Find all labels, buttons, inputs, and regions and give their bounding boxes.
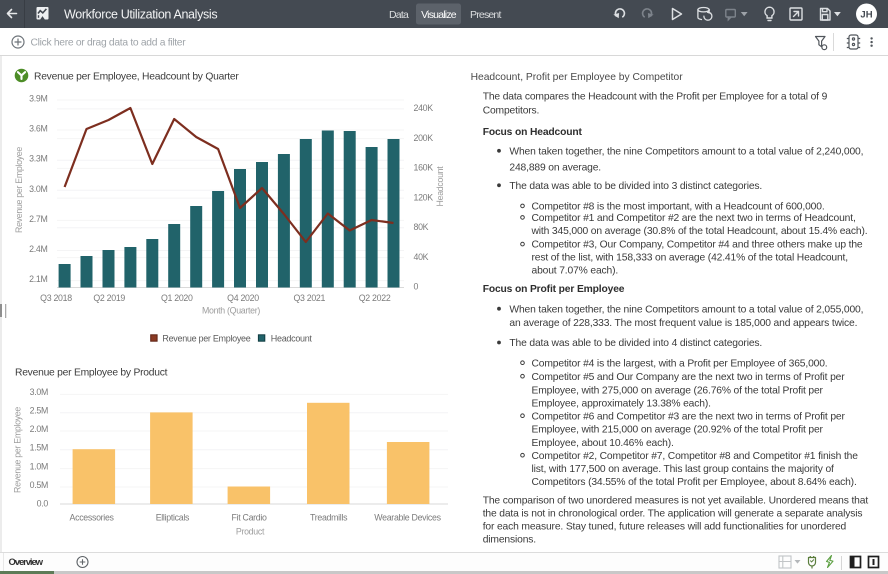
svg-text:Headcount: Headcount <box>271 333 313 343</box>
svg-text:Q3 2021: Q3 2021 <box>293 293 325 303</box>
svg-text:2.1M: 2.1M <box>29 274 47 284</box>
svg-text:Competitors.: Competitors. <box>483 106 540 117</box>
svg-text:for each measure. Stay tuned,: for each measure. Stay tuned, future rel… <box>483 522 847 533</box>
svg-text:When taken together, the nine: When taken together, the nine Competitor… <box>509 146 863 157</box>
svg-text:1.0M: 1.0M <box>30 461 48 471</box>
svg-text:Q3 2018: Q3 2018 <box>40 293 72 303</box>
svg-text:about 7.07% each).: about 7.07% each). <box>532 265 619 276</box>
svg-text:3.3M: 3.3M <box>29 154 47 164</box>
svg-text:240K: 240K <box>414 103 434 113</box>
svg-text:Wearable Devices: Wearable Devices <box>374 513 441 523</box>
svg-text:Present: Present <box>470 9 501 21</box>
svg-text:Workforce Utilization Analysis: Workforce Utilization Analysis <box>64 8 217 22</box>
svg-text:Competitor #4 is the largest,: Competitor #4 is the largest, with a Pro… <box>532 358 828 369</box>
svg-text:Focus on Profit per Employee: Focus on Profit per Employee <box>483 284 625 295</box>
svg-text:Employee, about 10.46% each).: Employee, about 10.46% each). <box>532 438 674 449</box>
svg-text:list, with 177,500 on average.: list, with 177,500 on average. This last… <box>532 464 835 475</box>
svg-text:Competitor #1 and Competitor #: Competitor #1 and Competitor #2 are the … <box>532 213 856 224</box>
svg-text:248,889 on average.: 248,889 on average. <box>509 163 601 174</box>
svg-text:Revenue per Employee: Revenue per Employee <box>14 147 24 233</box>
svg-text:2.5M: 2.5M <box>30 406 48 416</box>
svg-text:Q2 2019: Q2 2019 <box>93 293 125 303</box>
svg-text:Ellipticals: Ellipticals <box>156 513 190 523</box>
svg-text:2.4M: 2.4M <box>29 244 47 254</box>
svg-text:with 345,000 on average (30.8%: with 345,000 on average (30.8% of the to… <box>531 226 868 237</box>
svg-text:Q4 2020: Q4 2020 <box>227 293 259 303</box>
svg-text:Q1 2020: Q1 2020 <box>161 293 193 303</box>
svg-text:The data was able to be divide: The data was able to be divided into 4 d… <box>509 338 762 349</box>
svg-text:Competitor #2, Competitor #7,: Competitor #2, Competitor #7, Competitor… <box>532 451 859 462</box>
svg-text:Headcount: Headcount <box>435 166 445 207</box>
svg-text:the data is not in chronologic: the data is not in chronological order. … <box>483 509 863 520</box>
svg-text:an average of 228,333. The mos: an average of 228,333. The most frequent… <box>509 318 857 329</box>
svg-text:3.9M: 3.9M <box>29 94 47 104</box>
svg-text:0.0: 0.0 <box>37 498 49 508</box>
svg-text:rest of the list, with 158,333: rest of the list, with 158,333 on averag… <box>532 253 848 264</box>
svg-text:Revenue per Employee, Headcoun: Revenue per Employee, Headcount by Quart… <box>34 72 239 83</box>
svg-text:Competitor #5 and Our Company: Competitor #5 and Our Company are the ne… <box>532 372 846 383</box>
svg-text:The comparison of two unordere: The comparison of two unordered measures… <box>483 496 869 507</box>
svg-text:1.5M: 1.5M <box>30 443 48 453</box>
svg-text:Competitors (34.55% of the tot: Competitors (34.55% of the total Profit … <box>532 477 857 488</box>
svg-text:Q2 2022: Q2 2022 <box>359 293 391 303</box>
svg-text:80K: 80K <box>414 222 429 232</box>
svg-text:Employee, with 275,000 on aver: Employee, with 275,000 on average (26.76… <box>532 385 824 396</box>
svg-text:160K: 160K <box>414 163 434 173</box>
svg-text:Accessories: Accessories <box>70 513 115 523</box>
svg-text:Product: Product <box>236 527 265 537</box>
svg-text:JH: JH <box>860 10 872 21</box>
svg-text:40K: 40K <box>414 252 429 262</box>
svg-text:Overview: Overview <box>9 557 44 568</box>
svg-text:Click here or drag data to add: Click here or drag data to add a filter <box>31 38 187 49</box>
svg-text:0: 0 <box>414 282 419 292</box>
svg-text:Competitor #3, Our Company, Co: Competitor #3, Our Company, Competitor #… <box>532 240 863 251</box>
svg-text:Employee, approximately 13.38%: Employee, approximately 13.38% each). <box>532 398 711 409</box>
svg-text:dimensions.: dimensions. <box>483 535 536 546</box>
svg-text:Headcount, Profit per Employee: Headcount, Profit per Employee by Compet… <box>471 72 684 83</box>
svg-text:Data: Data <box>389 9 409 21</box>
svg-text:The data compares the Headcoun: The data compares the Headcount with the… <box>483 92 828 103</box>
svg-text:Revenue per Employee: Revenue per Employee <box>13 407 23 493</box>
svg-text:3.6M: 3.6M <box>29 124 47 134</box>
svg-text:When taken together, the nine: When taken together, the nine Competitor… <box>509 304 863 315</box>
svg-text:120K: 120K <box>414 192 434 202</box>
svg-text:Focus on Headcount: Focus on Headcount <box>483 127 583 138</box>
svg-text:Treadmills: Treadmills <box>310 513 348 523</box>
svg-text:3.0M: 3.0M <box>30 387 48 397</box>
svg-text:Fit Cardio: Fit Cardio <box>232 513 268 523</box>
svg-text:0.5M: 0.5M <box>30 480 48 490</box>
svg-text:Revenue per Employee: Revenue per Employee <box>162 333 250 343</box>
svg-text:Month (Quarter): Month (Quarter) <box>202 306 260 316</box>
svg-text:3.0M: 3.0M <box>29 184 47 194</box>
svg-text:The data was able to be divide: The data was able to be divided into 3 d… <box>509 181 762 192</box>
svg-text:Revenue per Employee by Produc: Revenue per Employee by Product <box>15 368 168 379</box>
svg-text:2.7M: 2.7M <box>29 214 47 224</box>
svg-text:2.0M: 2.0M <box>30 424 48 434</box>
svg-text:Competitor #6 and Competitor #: Competitor #6 and Competitor #3 are the … <box>532 411 846 422</box>
svg-text:200K: 200K <box>414 133 434 143</box>
svg-text:Competitor #8 is the most impo: Competitor #8 is the most important, wit… <box>532 202 825 213</box>
svg-text:Employee, with 215,000 on aver: Employee, with 215,000 on average (20.92… <box>532 424 824 435</box>
svg-text:Visualize: Visualize <box>421 9 457 21</box>
